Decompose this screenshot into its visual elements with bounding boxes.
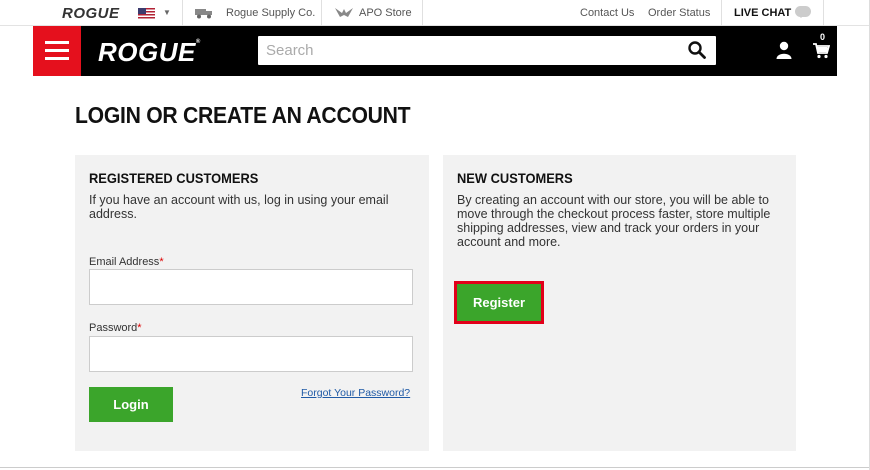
menu-button[interactable] <box>33 26 81 76</box>
divider <box>321 0 322 26</box>
divider <box>721 0 722 26</box>
supply-link[interactable]: Rogue Supply Co. <box>226 7 315 19</box>
footer-divider <box>0 467 870 468</box>
brand-logo[interactable]: ROGUE® <box>98 37 201 68</box>
main-header: ROGUE® 0 <box>33 26 837 76</box>
email-label: Email Address* <box>89 256 164 268</box>
divider <box>182 0 183 26</box>
login-button[interactable]: Login <box>89 387 173 422</box>
brand-text: ROGUE <box>98 37 196 67</box>
email-field[interactable] <box>89 269 413 305</box>
search-input[interactable] <box>258 36 678 65</box>
brand-mark: ® <box>195 39 201 45</box>
registered-heading: REGISTERED CUSTOMERS <box>89 170 259 186</box>
register-button[interactable]: Register <box>454 281 544 324</box>
new-customers-heading: NEW CUSTOMERS <box>457 170 573 186</box>
divider <box>823 0 824 26</box>
email-label-text: Email Address <box>89 256 160 268</box>
required-mark: * <box>137 322 142 334</box>
new-customers-panel: NEW CUSTOMERS By creating an account wit… <box>443 155 796 451</box>
divider <box>422 0 423 26</box>
registered-description: If you have an account with us, log in u… <box>89 193 389 221</box>
utility-logo[interactable]: ROGUE <box>62 5 120 22</box>
user-icon[interactable] <box>776 41 792 59</box>
apo-store-link[interactable]: APO Store <box>359 7 412 19</box>
password-label: Password* <box>89 322 142 334</box>
chat-bubble-icon[interactable] <box>795 6 811 18</box>
forgot-password-link[interactable]: Forgot Your Password? <box>301 387 410 399</box>
menu-icon-bar <box>45 49 69 52</box>
password-label-text: Password <box>89 322 138 334</box>
contact-us-link[interactable]: Contact Us <box>580 7 634 19</box>
cart-icon[interactable] <box>812 41 830 59</box>
required-mark: * <box>159 256 164 268</box>
search-icon[interactable] <box>688 41 706 59</box>
new-customers-description: By creating an account with our store, y… <box>457 193 771 249</box>
password-field[interactable] <box>89 336 413 372</box>
us-flag-icon[interactable] <box>138 8 155 19</box>
apo-eagle-icon <box>334 6 354 19</box>
registered-customers-panel: REGISTERED CUSTOMERS If you have an acco… <box>75 155 429 451</box>
chevron-down-icon[interactable]: ▼ <box>163 8 171 17</box>
search-box <box>258 36 716 65</box>
menu-icon-bar <box>45 57 69 60</box>
order-status-link[interactable]: Order Status <box>648 7 710 19</box>
utility-bar: ROGUE ▼ Rogue Supply Co. APO Store Conta… <box>0 0 870 26</box>
page-title: LOGIN OR CREATE AN ACCOUNT <box>75 102 411 128</box>
live-chat-link[interactable]: LIVE CHAT <box>734 7 791 19</box>
menu-icon <box>45 41 69 44</box>
supply-truck-icon <box>194 6 214 19</box>
